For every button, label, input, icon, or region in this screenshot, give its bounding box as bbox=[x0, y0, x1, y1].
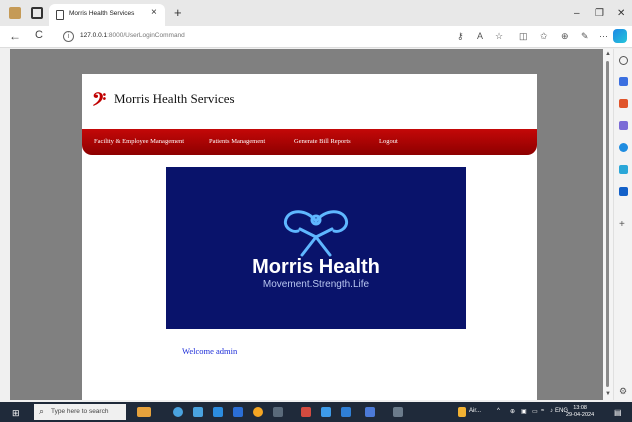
widgets-icon[interactable] bbox=[137, 407, 151, 417]
main-menu-bar: Facility & Employee Management Patients … bbox=[82, 129, 537, 155]
app-gray-icon[interactable] bbox=[393, 407, 403, 417]
tray-battery-icon[interactable]: ▭ bbox=[532, 408, 538, 415]
tray-chevron-icon[interactable]: ^ bbox=[497, 408, 500, 414]
app-blue-icon[interactable] bbox=[365, 407, 375, 417]
vscode-icon[interactable] bbox=[321, 407, 331, 417]
minimize-button[interactable]: – bbox=[574, 8, 580, 19]
windows-start-icon[interactable]: ⊞ bbox=[12, 408, 20, 419]
morris-health-banner: Morris Health Movement.Strength.Life bbox=[166, 167, 466, 329]
word-icon[interactable] bbox=[341, 407, 351, 417]
search-icon[interactable] bbox=[619, 56, 628, 65]
collections-icon[interactable]: ⊕ bbox=[561, 31, 569, 42]
tab-actions-icon[interactable] bbox=[31, 7, 43, 19]
clock-date: 29-04-2024 bbox=[566, 412, 595, 418]
edge-app-icon[interactable] bbox=[173, 407, 183, 417]
more-options-icon[interactable]: ⋯ bbox=[599, 31, 608, 42]
tab-title: Morris Health Services bbox=[69, 10, 135, 17]
extensions-icon[interactable]: ✎ bbox=[581, 31, 589, 42]
tray-network-icon[interactable]: ⊕ bbox=[510, 408, 515, 415]
weather-status[interactable]: Air... bbox=[469, 408, 481, 414]
terminal-icon[interactable] bbox=[273, 407, 283, 417]
mail-icon[interactable] bbox=[233, 407, 243, 417]
clock-time: 13:08 bbox=[573, 405, 587, 411]
taskbar-search-box[interactable]: ⌕ Type here to search bbox=[34, 404, 126, 420]
edge-sidebar: + ⚙ bbox=[613, 49, 632, 400]
app-red-icon[interactable] bbox=[301, 407, 311, 417]
page-container: 𝄢 Morris Health Services Facility & Empl… bbox=[82, 74, 537, 400]
search-icon: ⌕ bbox=[39, 406, 45, 416]
settings-gear-icon[interactable]: ⚙ bbox=[619, 387, 628, 396]
url-field[interactable]: 127.0.0.1:8000/UserLoginCommand bbox=[80, 32, 185, 39]
browser-tab-strip: Morris Health Services × + – ❐ ✕ bbox=[0, 0, 632, 26]
drop-icon[interactable] bbox=[619, 187, 628, 196]
page-icon bbox=[56, 10, 64, 20]
brand-name: Morris Health Services bbox=[114, 91, 235, 106]
address-bar: ← C i 127.0.0.1:8000/UserLoginCommand ⚷ … bbox=[0, 26, 632, 48]
scroll-down-arrow[interactable]: ▼ bbox=[605, 391, 611, 397]
menu-patients[interactable]: Patients Management bbox=[209, 138, 265, 145]
site-info-icon[interactable]: i bbox=[63, 31, 74, 42]
search-placeholder: Type here to search bbox=[51, 408, 109, 415]
scroll-up-arrow[interactable]: ▲ bbox=[605, 51, 611, 57]
windows-taskbar: ⊞ ⌕ Type here to search Air... ^ ⊕ ▣ ▭ ≈… bbox=[0, 402, 632, 422]
people-icon[interactable] bbox=[619, 121, 628, 130]
weather-icon[interactable] bbox=[458, 407, 466, 417]
tab-close-button[interactable]: × bbox=[151, 7, 157, 18]
tray-wifi-icon[interactable]: ≈ bbox=[541, 408, 544, 414]
menu-facility-employee[interactable]: Facility & Employee Management bbox=[94, 138, 184, 145]
store-icon[interactable] bbox=[213, 407, 223, 417]
key-icon[interactable]: ⚷ bbox=[457, 31, 464, 42]
office-icon[interactable] bbox=[619, 143, 628, 152]
tab-morris-health[interactable]: Morris Health Services × bbox=[49, 4, 165, 26]
read-aloud-icon[interactable]: A bbox=[477, 31, 483, 41]
add-sidebar-icon[interactable]: + bbox=[619, 220, 628, 230]
restore-button[interactable]: ❐ bbox=[595, 8, 604, 19]
url-host: 127.0.0.1 bbox=[80, 32, 108, 39]
chrome-icon[interactable] bbox=[253, 407, 263, 417]
page-scrollbar[interactable]: ▲ ▼ bbox=[603, 49, 613, 400]
refresh-button[interactable]: C bbox=[35, 29, 43, 41]
welcome-message: Welcome admin bbox=[182, 346, 238, 356]
outlook-icon[interactable] bbox=[619, 165, 628, 174]
shopping-icon[interactable] bbox=[619, 99, 628, 108]
person-heart-icon bbox=[283, 210, 349, 257]
profile-icon[interactable] bbox=[9, 7, 21, 19]
banner-tagline: Movement.Strength.Life bbox=[262, 279, 370, 290]
split-screen-icon[interactable]: ◫ bbox=[519, 31, 528, 42]
new-tab-button[interactable]: + bbox=[174, 5, 182, 20]
tray-volume-icon[interactable]: ♪ bbox=[550, 408, 553, 414]
page-viewport: 𝄢 Morris Health Services Facility & Empl… bbox=[10, 49, 603, 400]
tag-icon[interactable] bbox=[619, 77, 628, 86]
notifications-icon[interactable]: ▤ bbox=[614, 408, 622, 417]
close-window-button[interactable]: ✕ bbox=[617, 8, 625, 19]
favorite-star-icon[interactable]: ☆ bbox=[495, 31, 503, 42]
menu-logout[interactable]: Logout bbox=[379, 138, 398, 145]
copilot-icon[interactable] bbox=[613, 29, 627, 43]
url-path: :8000/UserLoginCommand bbox=[107, 32, 185, 39]
tray-display-icon[interactable]: ▣ bbox=[521, 408, 527, 415]
scroll-thumb[interactable] bbox=[606, 61, 609, 387]
taskbar-clock[interactable]: 13:08 29-04-2024 bbox=[566, 405, 594, 419]
file-explorer-icon[interactable] bbox=[193, 407, 203, 417]
banner-title: Morris Health bbox=[252, 256, 380, 278]
menu-bill-reports[interactable]: Generate Bill Reports bbox=[294, 138, 351, 145]
brand-logo-icon: 𝄢 bbox=[92, 89, 107, 114]
back-button[interactable]: ← bbox=[9, 29, 21, 43]
favorites-icon[interactable]: ✩ bbox=[540, 31, 548, 42]
